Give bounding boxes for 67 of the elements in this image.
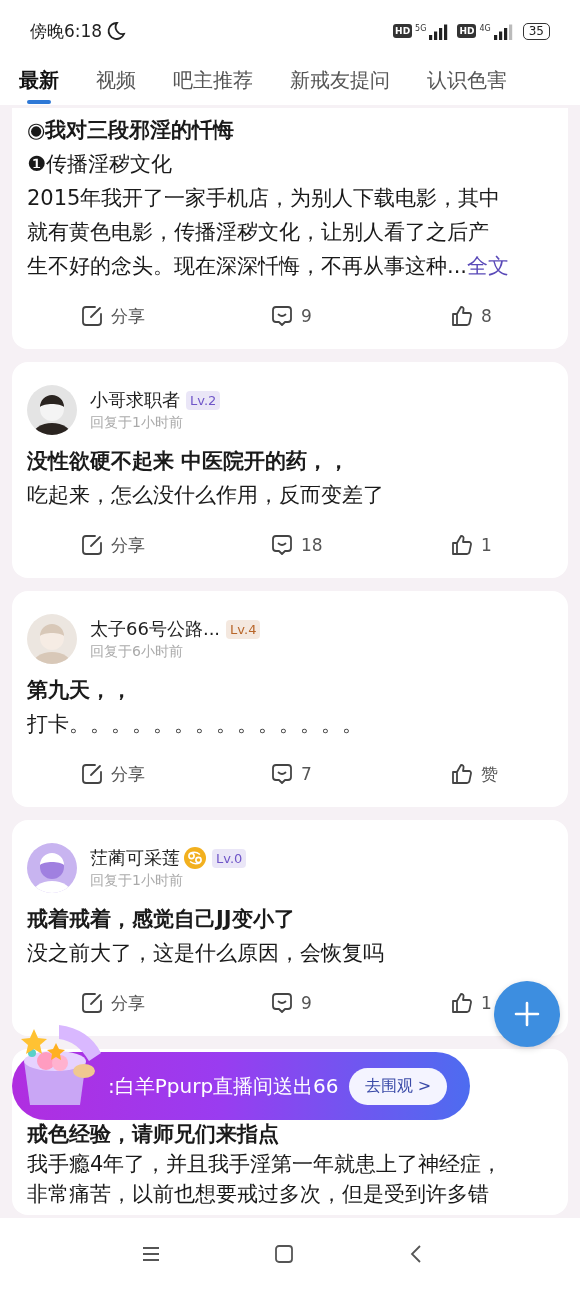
user-name[interactable]: 茳蔺可采莲 [90,846,180,870]
moon-icon [106,21,127,41]
comment-count[interactable]: 9 [301,993,312,1013]
hd-indicator: HD [457,24,477,38]
reply-time: 回复于6小时前 [90,643,184,661]
user-name[interactable]: 小哥求职者 [90,388,180,412]
network-label: 5G [415,24,427,33]
thumbs-up-icon[interactable] [450,304,474,328]
post-title[interactable]: ◉我对三段邪淫的忏悔 [27,113,558,147]
signal-icon [493,22,514,40]
share-icon[interactable] [80,304,104,328]
post-text: 就有黄色电影，传播淫秽文化，让别人看了之后产 [27,219,490,246]
home-icon[interactable] [274,1243,294,1264]
comment-count[interactable]: 18 [301,535,323,555]
post-title[interactable]: 没性欲硬不起来 中医院开的药，， [27,444,558,478]
hd-indicator: HD [393,24,413,38]
reply-time: 回复于1小时前 [90,414,184,432]
post-text: 2015年我开了一家手机店，为别人下载电影，其中 [27,185,502,212]
tab[interactable]: 新戒友提问 [290,62,390,105]
user-name[interactable]: 太子66号公路... [90,617,221,641]
post-text: 打卡。。。。。。。。。。。。。。 [27,711,364,738]
comment-icon[interactable] [270,533,294,557]
thumbs-up-icon[interactable] [450,762,474,786]
comment-count[interactable]: 7 [301,764,312,784]
like-count[interactable]: 1 [481,535,492,555]
zodiac-icon [184,847,206,869]
post-text: 我手瘾4年了，并且我手淫第一年就患上了神经症， [27,1151,504,1178]
banner-text: :白羊Ppurp直播间送出66 [108,1072,339,1100]
level-badge: Lv.4 [226,619,261,639]
share-label[interactable]: 分享 [111,991,145,1015]
comment-icon[interactable] [270,762,294,786]
level-badge: Lv.2 [186,390,221,410]
share-icon[interactable] [80,991,104,1015]
comment-count[interactable]: 9 [301,306,312,326]
like-count[interactable]: 1 [481,993,492,1013]
share-icon[interactable] [80,533,104,557]
clock-time: 傍晚6:18 [30,19,103,43]
post-text: 吃起来，怎么没什么作用，反而变差了 [27,482,385,509]
like-count[interactable]: 8 [481,306,492,326]
level-badge: Lv.0 [212,848,247,868]
tab[interactable]: 认识色害 [427,62,507,105]
post-title[interactable]: 第九天，， [27,673,558,707]
post-title[interactable]: 戒色经验，请师兄们来指点 [27,1119,558,1149]
thumbs-up-icon[interactable] [450,533,474,557]
watch-button[interactable]: 去围观 > [348,1067,448,1105]
share-label[interactable]: 分享 [111,533,145,557]
share-label[interactable]: 分享 [111,762,145,786]
post-text: ❶传播淫秽文化 [27,151,173,178]
signal-icon [429,22,450,40]
comment-icon[interactable] [270,991,294,1015]
post-text: 生不好的念头。现在深深忏悔，不再从事这种... [27,254,468,278]
tab[interactable]: 吧主推荐 [173,62,253,105]
like-count[interactable]: 赞 [481,762,498,786]
share-label[interactable]: 分享 [111,304,145,328]
full-text-link[interactable]: 全文 [467,254,510,278]
reply-time: 回复于1小时前 [90,872,184,890]
network-label: 4G [479,24,491,33]
post-text: 非常痛苦，以前也想要戒过多次，但是受到许多错 [27,1181,490,1208]
battery-indicator: 35 [522,22,550,40]
post-text: 没之前大了，这是什么原因，会恢复吗 [27,940,385,967]
thumbs-up-icon[interactable] [450,991,474,1015]
tab[interactable]: 视频 [96,62,136,105]
post-title[interactable]: 戒着戒着，感觉自己JJ变小了 [27,902,558,936]
share-icon[interactable] [80,762,104,786]
tab[interactable]: 最新 [19,62,59,105]
plus-icon[interactable] [514,1001,540,1027]
comment-icon[interactable] [270,304,294,328]
